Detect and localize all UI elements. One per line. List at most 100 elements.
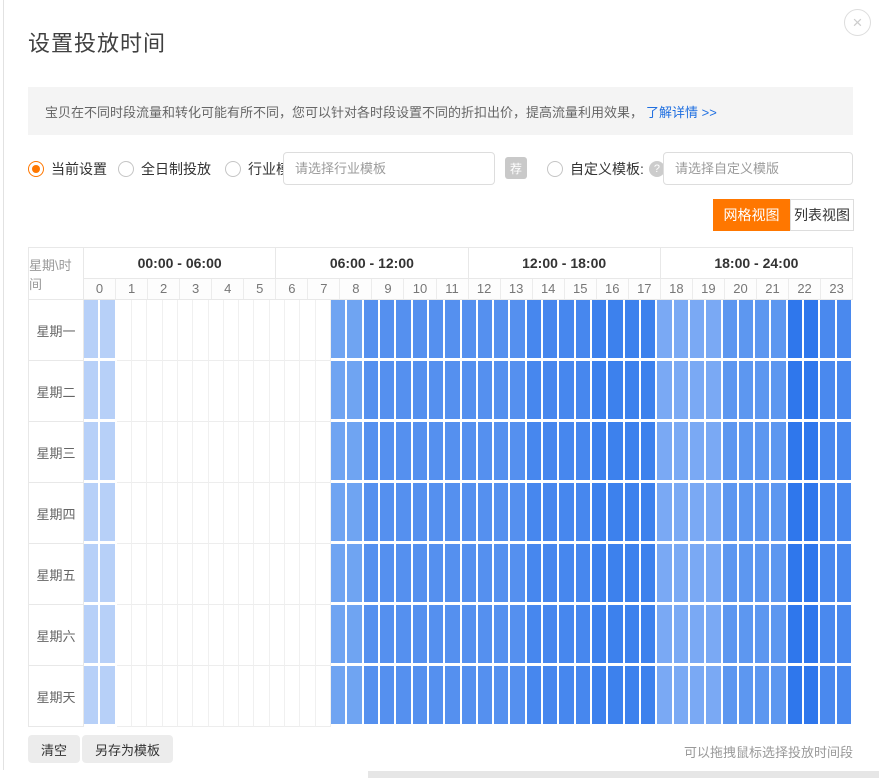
schedule-cell[interactable] (270, 544, 285, 605)
schedule-cell[interactable] (193, 300, 208, 361)
schedule-cell[interactable] (804, 483, 820, 544)
schedule-cell[interactable] (163, 422, 178, 483)
schedule-cell[interactable] (209, 544, 224, 605)
schedule-cell[interactable] (224, 483, 239, 544)
schedule-cell[interactable] (641, 666, 657, 727)
schedule-cell[interactable] (100, 361, 116, 422)
schedule-cell[interactable] (413, 605, 429, 666)
schedule-cell[interactable] (316, 300, 331, 361)
schedule-cell[interactable] (543, 666, 559, 727)
schedule-cell[interactable] (755, 544, 771, 605)
schedule-cell[interactable] (285, 361, 300, 422)
schedule-cell[interactable] (543, 422, 559, 483)
schedule-cell[interactable] (380, 544, 396, 605)
schedule-cell[interactable] (706, 300, 722, 361)
schedule-cell[interactable] (285, 544, 300, 605)
schedule-cell[interactable] (804, 605, 820, 666)
schedule-cell[interactable] (674, 544, 690, 605)
schedule-cell[interactable] (117, 483, 132, 544)
schedule-cell[interactable] (270, 605, 285, 666)
schedule-cell[interactable] (413, 483, 429, 544)
schedule-cell[interactable] (117, 361, 132, 422)
schedule-cell[interactable] (510, 483, 526, 544)
tab-list-view[interactable]: 列表视图 (790, 199, 854, 231)
schedule-cell[interactable] (285, 666, 300, 727)
schedule-cell[interactable] (84, 544, 100, 605)
schedule-cell[interactable] (788, 483, 804, 544)
schedule-cell[interactable] (592, 544, 608, 605)
schedule-cell[interactable] (193, 361, 208, 422)
schedule-cell[interactable] (193, 544, 208, 605)
schedule-cell[interactable] (641, 361, 657, 422)
schedule-cell[interactable] (300, 483, 315, 544)
schedule-cell[interactable] (331, 300, 347, 361)
schedule-cell[interactable] (820, 361, 836, 422)
schedule-cell[interactable] (285, 483, 300, 544)
schedule-cell[interactable] (625, 422, 641, 483)
schedule-cell[interactable] (84, 300, 100, 361)
schedule-cell[interactable] (837, 422, 853, 483)
schedule-cell[interactable] (254, 483, 269, 544)
schedule-cell[interactable] (316, 422, 331, 483)
schedule-cell[interactable] (364, 544, 380, 605)
schedule-cell[interactable] (723, 422, 739, 483)
schedule-cell[interactable] (608, 361, 624, 422)
schedule-cell[interactable] (178, 666, 193, 727)
schedule-cell[interactable] (270, 300, 285, 361)
schedule-cell[interactable] (347, 483, 363, 544)
schedule-cell[interactable] (396, 422, 412, 483)
schedule-cell[interactable] (690, 422, 706, 483)
schedule-cell[interactable] (820, 605, 836, 666)
schedule-cell[interactable] (147, 300, 162, 361)
schedule-cell[interactable] (254, 300, 269, 361)
schedule-cell[interactable] (132, 483, 147, 544)
schedule-cell[interactable] (837, 605, 853, 666)
schedule-cell[interactable] (608, 483, 624, 544)
schedule-cell[interactable] (178, 361, 193, 422)
schedule-cell[interactable] (193, 422, 208, 483)
schedule-cell[interactable] (739, 605, 755, 666)
schedule-cell[interactable] (755, 666, 771, 727)
schedule-cell[interactable] (771, 483, 787, 544)
schedule-cell[interactable] (771, 361, 787, 422)
schedule-cell[interactable] (625, 300, 641, 361)
schedule-cell[interactable] (510, 300, 526, 361)
schedule-cell[interactable] (576, 544, 592, 605)
schedule-cell[interactable] (100, 300, 116, 361)
schedule-cell[interactable] (413, 361, 429, 422)
schedule-cell[interactable] (224, 422, 239, 483)
schedule-cell[interactable] (559, 483, 575, 544)
schedule-cell[interactable] (117, 544, 132, 605)
schedule-cell[interactable] (300, 666, 315, 727)
schedule-cell[interactable] (837, 544, 853, 605)
schedule-cell[interactable] (674, 300, 690, 361)
schedule-cell[interactable] (224, 666, 239, 727)
schedule-cell[interactable] (527, 300, 543, 361)
schedule-cell[interactable] (429, 483, 445, 544)
schedule-cell[interactable] (347, 666, 363, 727)
schedule-cell[interactable] (478, 666, 494, 727)
schedule-cell[interactable] (494, 361, 510, 422)
schedule-cell[interactable] (543, 300, 559, 361)
schedule-cell[interactable] (625, 483, 641, 544)
schedule-cell[interactable] (331, 666, 347, 727)
radio-all-day[interactable]: 全日制投放 (118, 152, 211, 185)
schedule-cell[interactable] (193, 666, 208, 727)
schedule-cell[interactable] (478, 422, 494, 483)
schedule-cell[interactable] (690, 605, 706, 666)
schedule-cell[interactable] (347, 605, 363, 666)
schedule-cell[interactable] (300, 361, 315, 422)
schedule-cell[interactable] (100, 483, 116, 544)
schedule-cell[interactable] (413, 300, 429, 361)
schedule-cell[interactable] (445, 422, 461, 483)
schedule-cell[interactable] (445, 666, 461, 727)
schedule-cell[interactable] (706, 361, 722, 422)
schedule-cell[interactable] (592, 605, 608, 666)
schedule-cell[interactable] (641, 605, 657, 666)
schedule-cell[interactable] (804, 300, 820, 361)
schedule-cell[interactable] (527, 483, 543, 544)
schedule-cell[interactable] (445, 361, 461, 422)
schedule-cell[interactable] (429, 361, 445, 422)
schedule-cell[interactable] (380, 605, 396, 666)
schedule-cell[interactable] (576, 483, 592, 544)
